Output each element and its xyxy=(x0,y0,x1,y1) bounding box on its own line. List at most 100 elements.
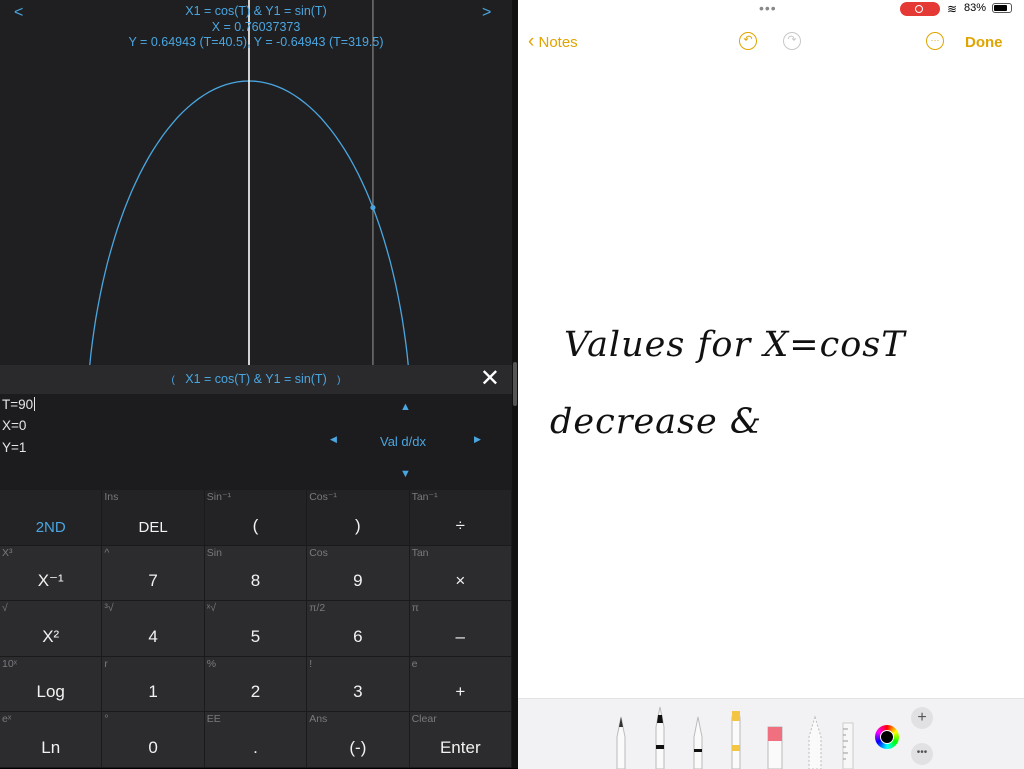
key-8[interactable]: Cos 9 xyxy=(307,545,410,602)
key-secondary-label: Tan⁻¹ xyxy=(411,491,438,503)
key-label: 8 xyxy=(250,571,261,591)
handwriting-line-1: Values for X=cosT xyxy=(564,325,906,365)
key-15[interactable]: 10ˣ Log xyxy=(0,656,103,713)
fineliner-tool-icon[interactable] xyxy=(691,713,705,769)
trace-y-values: Y = 0.64943 (T=40.5), Y = -0.64943 (T=31… xyxy=(128,35,384,49)
screen-recording-indicator[interactable] xyxy=(900,2,940,16)
redo-icon[interactable]: ↷ xyxy=(783,32,801,50)
key-0[interactable]: 2ND xyxy=(0,490,103,546)
key-label: . xyxy=(253,737,258,757)
key-11[interactable]: ³√ 4 xyxy=(102,601,205,657)
key-19[interactable]: e + xyxy=(409,656,512,713)
key-21[interactable]: ° 0 xyxy=(102,712,205,768)
trace-function: X1 = cos(T) & Y1 = sin(T) xyxy=(185,4,327,18)
ruler-tool-icon[interactable] xyxy=(842,711,854,769)
arrow-up-icon[interactable]: ▲ xyxy=(400,401,411,413)
key-label: ( xyxy=(252,515,259,535)
key-13[interactable]: π/2 6 xyxy=(307,601,410,657)
key-label: × xyxy=(455,571,466,591)
key-label: X² xyxy=(42,626,60,646)
graph-view[interactable]: < > X1 = cos(T) & Y1 = sin(T) X = 0.7603… xyxy=(0,0,512,365)
key-1[interactable]: Ins DEL xyxy=(102,490,205,546)
key-23[interactable]: Ans (-) xyxy=(307,712,410,768)
key-5[interactable]: X³ X⁻¹ xyxy=(0,545,103,602)
key-9[interactable]: Tan × xyxy=(409,545,512,602)
arrow-down-icon[interactable]: ▼ xyxy=(400,468,411,480)
battery-percent: 83% xyxy=(964,2,987,14)
undo-icon[interactable]: ↶ xyxy=(739,32,757,50)
key-2[interactable]: Sin⁻¹ ( xyxy=(204,490,308,546)
key-secondary-label: Sin xyxy=(206,546,222,559)
wifi-icon: ≋ xyxy=(947,2,958,16)
done-button[interactable]: Done xyxy=(965,34,1003,51)
arrow-right-icon[interactable]: ▶ xyxy=(474,434,481,445)
key-6[interactable]: ^ 7 xyxy=(102,545,205,602)
key-secondary-label: EE xyxy=(206,713,221,726)
key-10[interactable]: √ X² xyxy=(0,601,103,657)
key-24[interactable]: Clear Enter xyxy=(409,712,512,768)
key-12[interactable]: ˣ√ 5 xyxy=(204,601,308,657)
key-secondary-label: π/2 xyxy=(309,602,326,615)
key-label: Log xyxy=(36,682,65,702)
key-label: + xyxy=(455,682,466,702)
value-readout: T=90 X=0 Y=1 ▲ ◀ Val d/dx ▶ ▼ xyxy=(0,394,512,490)
function-selector[interactable]: ( X1 = cos(T) & Y1 = sin(T) ) xyxy=(0,372,512,386)
key-label: 3 xyxy=(353,682,363,702)
key-secondary-label: ˣ√ xyxy=(206,602,217,615)
arrow-left-icon[interactable]: ◀ xyxy=(330,434,337,445)
highlighter-tool-icon[interactable] xyxy=(729,711,743,769)
key-4[interactable]: Tan⁻¹ ÷ xyxy=(409,490,512,546)
key-label: Ln xyxy=(41,737,61,757)
key-label: Enter xyxy=(439,737,481,757)
key-secondary-label: ^ xyxy=(104,546,110,559)
t-input[interactable]: T=90 xyxy=(2,397,36,412)
key-20[interactable]: eˣ Ln xyxy=(0,712,103,768)
split-view-handle[interactable] xyxy=(513,362,517,406)
toolbar-more-icon[interactable]: ••• xyxy=(911,743,933,765)
key-label: ) xyxy=(355,515,361,535)
keypad: 2ND Ins DEL Sin⁻¹(Cos⁻¹) Tan⁻¹ ÷ X³ X⁻¹ ^ 7 Sin 8 Co… xyxy=(0,490,512,768)
key-17[interactable]: % 2 xyxy=(204,656,308,713)
key-18[interactable]: ! 3 xyxy=(307,656,410,713)
color-picker-icon[interactable] xyxy=(875,725,899,749)
key-7[interactable]: Sin 8 xyxy=(204,545,308,602)
trace-info: X1 = cos(T) & Y1 = sin(T) X = 0.76037373… xyxy=(0,4,512,51)
key-secondary-label: Ans xyxy=(309,713,328,726)
key-label: (-) xyxy=(349,737,367,757)
multitasking-dots-icon[interactable]: ••• xyxy=(759,0,777,16)
function-right-mark[interactable]: ) xyxy=(337,375,340,386)
key-secondary-label: % xyxy=(206,657,217,670)
key-label: 5 xyxy=(250,626,261,646)
key-label: ÷ xyxy=(455,515,465,535)
key-secondary-label: eˣ xyxy=(2,713,12,726)
battery-icon xyxy=(992,3,1012,13)
marker-tool-icon[interactable] xyxy=(653,705,667,769)
key-secondary-label: e xyxy=(411,657,418,670)
key-secondary-label: Cos xyxy=(309,546,328,559)
key-secondary-label: ³√ xyxy=(104,602,114,615)
function-left-mark[interactable]: ( xyxy=(171,375,174,386)
key-3[interactable]: Cos⁻¹) xyxy=(307,490,410,546)
eraser-tool-icon[interactable] xyxy=(767,713,783,769)
function-bar: ( X1 = cos(T) & Y1 = sin(T) ) ✕ xyxy=(0,365,512,394)
close-icon[interactable]: ✕ xyxy=(480,367,500,391)
key-secondary-label: √ xyxy=(2,602,8,615)
lasso-tool-icon[interactable] xyxy=(807,713,823,769)
mode-selector[interactable]: Val d/dx xyxy=(380,434,426,449)
calculator-app: < > X1 = cos(T) & Y1 = sin(T) X = 0.7603… xyxy=(0,0,512,768)
back-to-notes-button[interactable]: ‹ Notes xyxy=(528,31,578,53)
key-14[interactable]: π – xyxy=(409,601,512,657)
key-secondary-label: Tan xyxy=(411,546,429,559)
drawing-canvas[interactable]: Values for X=cosT decrease & xyxy=(518,60,1024,698)
key-label: 0 xyxy=(148,737,158,757)
key-16[interactable]: r1 xyxy=(102,656,205,713)
battery-fill xyxy=(994,5,1008,11)
graph-canvas[interactable] xyxy=(0,0,512,365)
more-icon[interactable]: ··· xyxy=(926,32,944,50)
key-secondary-label: π xyxy=(411,602,419,615)
key-22[interactable]: EE. xyxy=(204,712,308,768)
add-tool-icon[interactable]: + xyxy=(911,707,933,729)
pen-tool-icon[interactable] xyxy=(614,713,628,769)
key-label: 1 xyxy=(148,682,158,702)
x-value: X=0 xyxy=(2,418,27,433)
